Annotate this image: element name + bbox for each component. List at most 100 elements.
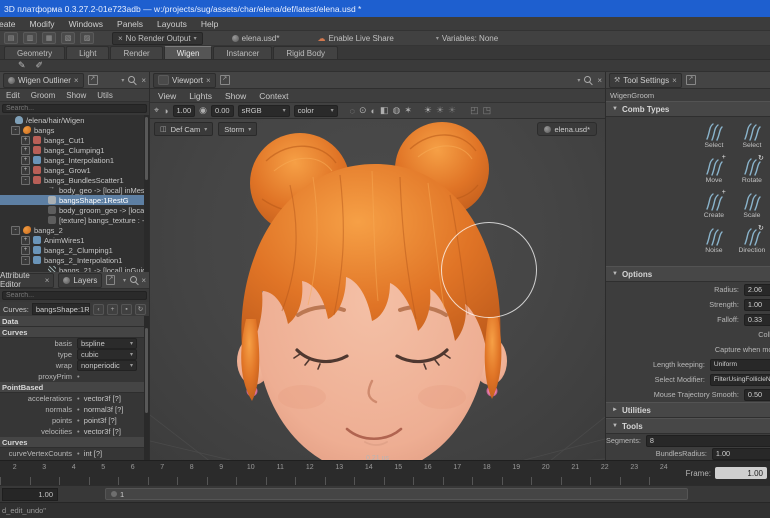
crosshair-icon[interactable]: ⌖ xyxy=(154,105,159,116)
expander-icon[interactable] xyxy=(11,226,20,235)
curves-path-field[interactable]: bangsShape:1RestShape3 xyxy=(32,303,90,315)
tree-row[interactable]: /elena/hair/Wigen xyxy=(0,115,149,125)
snapshot-icon[interactable]: ▤ xyxy=(4,32,18,44)
tree-row[interactable]: bangs_Grow1 xyxy=(0,165,149,175)
wireframe-icon[interactable]: ⊙ xyxy=(359,105,367,116)
search-icon[interactable] xyxy=(584,76,593,85)
viewport-canvas[interactable]: ◫ Def Cam ▾ Storm ▾ elena.usd* xyxy=(150,119,605,460)
close-icon[interactable]: × xyxy=(672,76,677,85)
attribute-row[interactable]: PointBased xyxy=(0,382,149,393)
tree-row[interactable]: AnimWires1 xyxy=(0,235,149,245)
viewport-tab[interactable]: Viewport × xyxy=(153,73,216,88)
tree-row[interactable]: bangsShape:1RestG xyxy=(0,195,149,205)
tree-row[interactable]: bangs_Interpolation1 xyxy=(0,155,149,165)
stage-chip[interactable]: elena.usd* xyxy=(227,34,285,43)
attribute-dropdown[interactable]: bspline xyxy=(77,338,137,349)
tree-row[interactable]: bangs xyxy=(0,125,149,135)
option-value-field[interactable]: 0.50 xyxy=(744,389,770,401)
expander-icon[interactable] xyxy=(21,256,30,265)
tree-row[interactable]: body_groom_geo -> [local] inHostMesh xyxy=(0,205,149,215)
close-icon[interactable]: × xyxy=(597,76,602,85)
camera-dropdown[interactable]: ◫ Def Cam ▾ xyxy=(154,122,213,136)
cached-range-bar[interactable]: 1 xyxy=(105,488,688,500)
attribute-scrollbar[interactable] xyxy=(144,316,149,470)
menu-item[interactable]: Panels xyxy=(117,19,143,29)
expander-icon[interactable] xyxy=(21,176,30,185)
exposure-field[interactable]: 1.00 xyxy=(173,105,196,117)
comb-tool-button[interactable]: ↻ Direction xyxy=(734,226,770,260)
popout-icon[interactable]: ↗ xyxy=(220,75,230,85)
timeline-tick[interactable]: 21 xyxy=(561,461,591,485)
comb-tool-button[interactable]: Noise xyxy=(696,226,732,260)
timeline-tick[interactable]: 2 xyxy=(0,461,30,485)
popout-icon[interactable]: ↗ xyxy=(88,75,98,85)
refresh-icon[interactable]: ↻ xyxy=(135,304,146,315)
timeline-tick[interactable]: 7 xyxy=(148,461,178,485)
attribute-editor-tab[interactable]: Attribute Editor × xyxy=(0,273,54,288)
outliner-menu-item[interactable]: Edit xyxy=(6,91,20,100)
viewport-menu-item[interactable]: Show xyxy=(225,91,246,101)
options-section-header[interactable]: ▼ Options xyxy=(606,266,770,282)
timeline-tick[interactable]: 9 xyxy=(207,461,237,485)
workspace-tab[interactable]: Instancer xyxy=(213,46,272,59)
expander-icon[interactable] xyxy=(21,246,30,255)
close-icon[interactable]: × xyxy=(206,76,211,85)
timeline-tick[interactable]: 10 xyxy=(236,461,266,485)
timeline-ticks[interactable]: 23456789101112131415161718192021222324 xyxy=(0,461,678,485)
layers-icon[interactable]: ▦ xyxy=(42,32,56,44)
timeline-tick[interactable]: 8 xyxy=(177,461,207,485)
outliner-menu-item[interactable]: Show xyxy=(66,91,86,100)
utilities-section-header[interactable]: ► Utilities xyxy=(606,402,770,418)
menu-item[interactable]: Modify xyxy=(30,19,55,29)
key-light-icon[interactable]: ☀ xyxy=(424,105,432,116)
outliner-tab[interactable]: Wigen Outliner × xyxy=(3,73,84,88)
expander-icon[interactable] xyxy=(21,236,30,245)
option-value-field[interactable]: 2.06 xyxy=(744,284,770,296)
attribute-dropdown[interactable]: cubic xyxy=(77,349,137,360)
frame-all-icon[interactable]: ◰ xyxy=(470,105,479,116)
workspace-tab[interactable]: Rigid Body xyxy=(273,46,338,59)
timeline-tick[interactable]: 23 xyxy=(620,461,650,485)
timeline-tick[interactable]: 17 xyxy=(443,461,473,485)
display-dropdown[interactable]: color ▾ xyxy=(294,105,338,117)
workspace-tab[interactable]: Render xyxy=(110,46,162,59)
textured-icon[interactable]: ◧ xyxy=(380,105,389,116)
attribute-row[interactable]: Data xyxy=(0,316,149,327)
add-icon[interactable]: + xyxy=(107,304,118,315)
tree-row[interactable]: bangs_BundlesScatter1 xyxy=(0,175,149,185)
copy-icon[interactable]: ▨ xyxy=(80,32,94,44)
prev-icon[interactable]: ‹ xyxy=(93,304,104,315)
outliner-scrollbar[interactable] xyxy=(144,115,149,272)
pin-icon[interactable]: ▪ xyxy=(121,304,132,315)
timeline-tick[interactable]: 4 xyxy=(59,461,89,485)
timeline-tick[interactable]: 6 xyxy=(118,461,148,485)
variables-dropdown[interactable]: ▾ Variables: None xyxy=(431,34,503,43)
tree-row[interactable]: body_geo -> [local] inMesh xyxy=(0,185,149,195)
attribute-row[interactable]: wrap nonperiodic nonperiodic xyxy=(0,360,149,371)
timeline-tick[interactable]: 11 xyxy=(266,461,296,485)
expander-icon[interactable] xyxy=(21,146,30,155)
attribute-row[interactable]: Curves xyxy=(0,327,149,338)
render-output-button[interactable]: × No Render Output ▾ xyxy=(112,32,203,45)
tree-row[interactable]: bangs_2_Interpolation1 xyxy=(0,255,149,265)
search-icon[interactable] xyxy=(130,276,137,285)
segments-field[interactable]: 8 xyxy=(646,435,770,447)
timeline-tick[interactable]: 15 xyxy=(384,461,414,485)
frame-field[interactable]: 1.00 xyxy=(715,467,767,479)
outliner-search-input[interactable] xyxy=(2,104,147,113)
brush-tool-icon[interactable]: ✎ xyxy=(18,60,26,71)
attribute-row[interactable]: curveVertexCounts int [?] int [?] xyxy=(0,448,149,459)
comb-tool-button[interactable]: ↻ Rotate xyxy=(734,156,770,190)
attribute-row[interactable]: normals normal3f [?] normal3f [?] xyxy=(0,404,149,415)
close-icon[interactable]: × xyxy=(45,276,50,285)
timeline-tick[interactable]: 20 xyxy=(531,461,561,485)
outliner-menu-item[interactable]: Utils xyxy=(97,91,113,100)
layers-tab[interactable]: Layers xyxy=(58,273,102,288)
workspace-tab[interactable]: Wigen xyxy=(164,46,213,59)
expander-icon[interactable] xyxy=(21,156,30,165)
viewport-menu-item[interactable]: Lights xyxy=(189,91,212,101)
timeline-tick[interactable]: 3 xyxy=(30,461,60,485)
flag-icon[interactable]: ▧ xyxy=(61,32,75,44)
search-icon[interactable] xyxy=(128,76,137,85)
tools-section-header[interactable]: ▼ Tools xyxy=(606,418,770,434)
